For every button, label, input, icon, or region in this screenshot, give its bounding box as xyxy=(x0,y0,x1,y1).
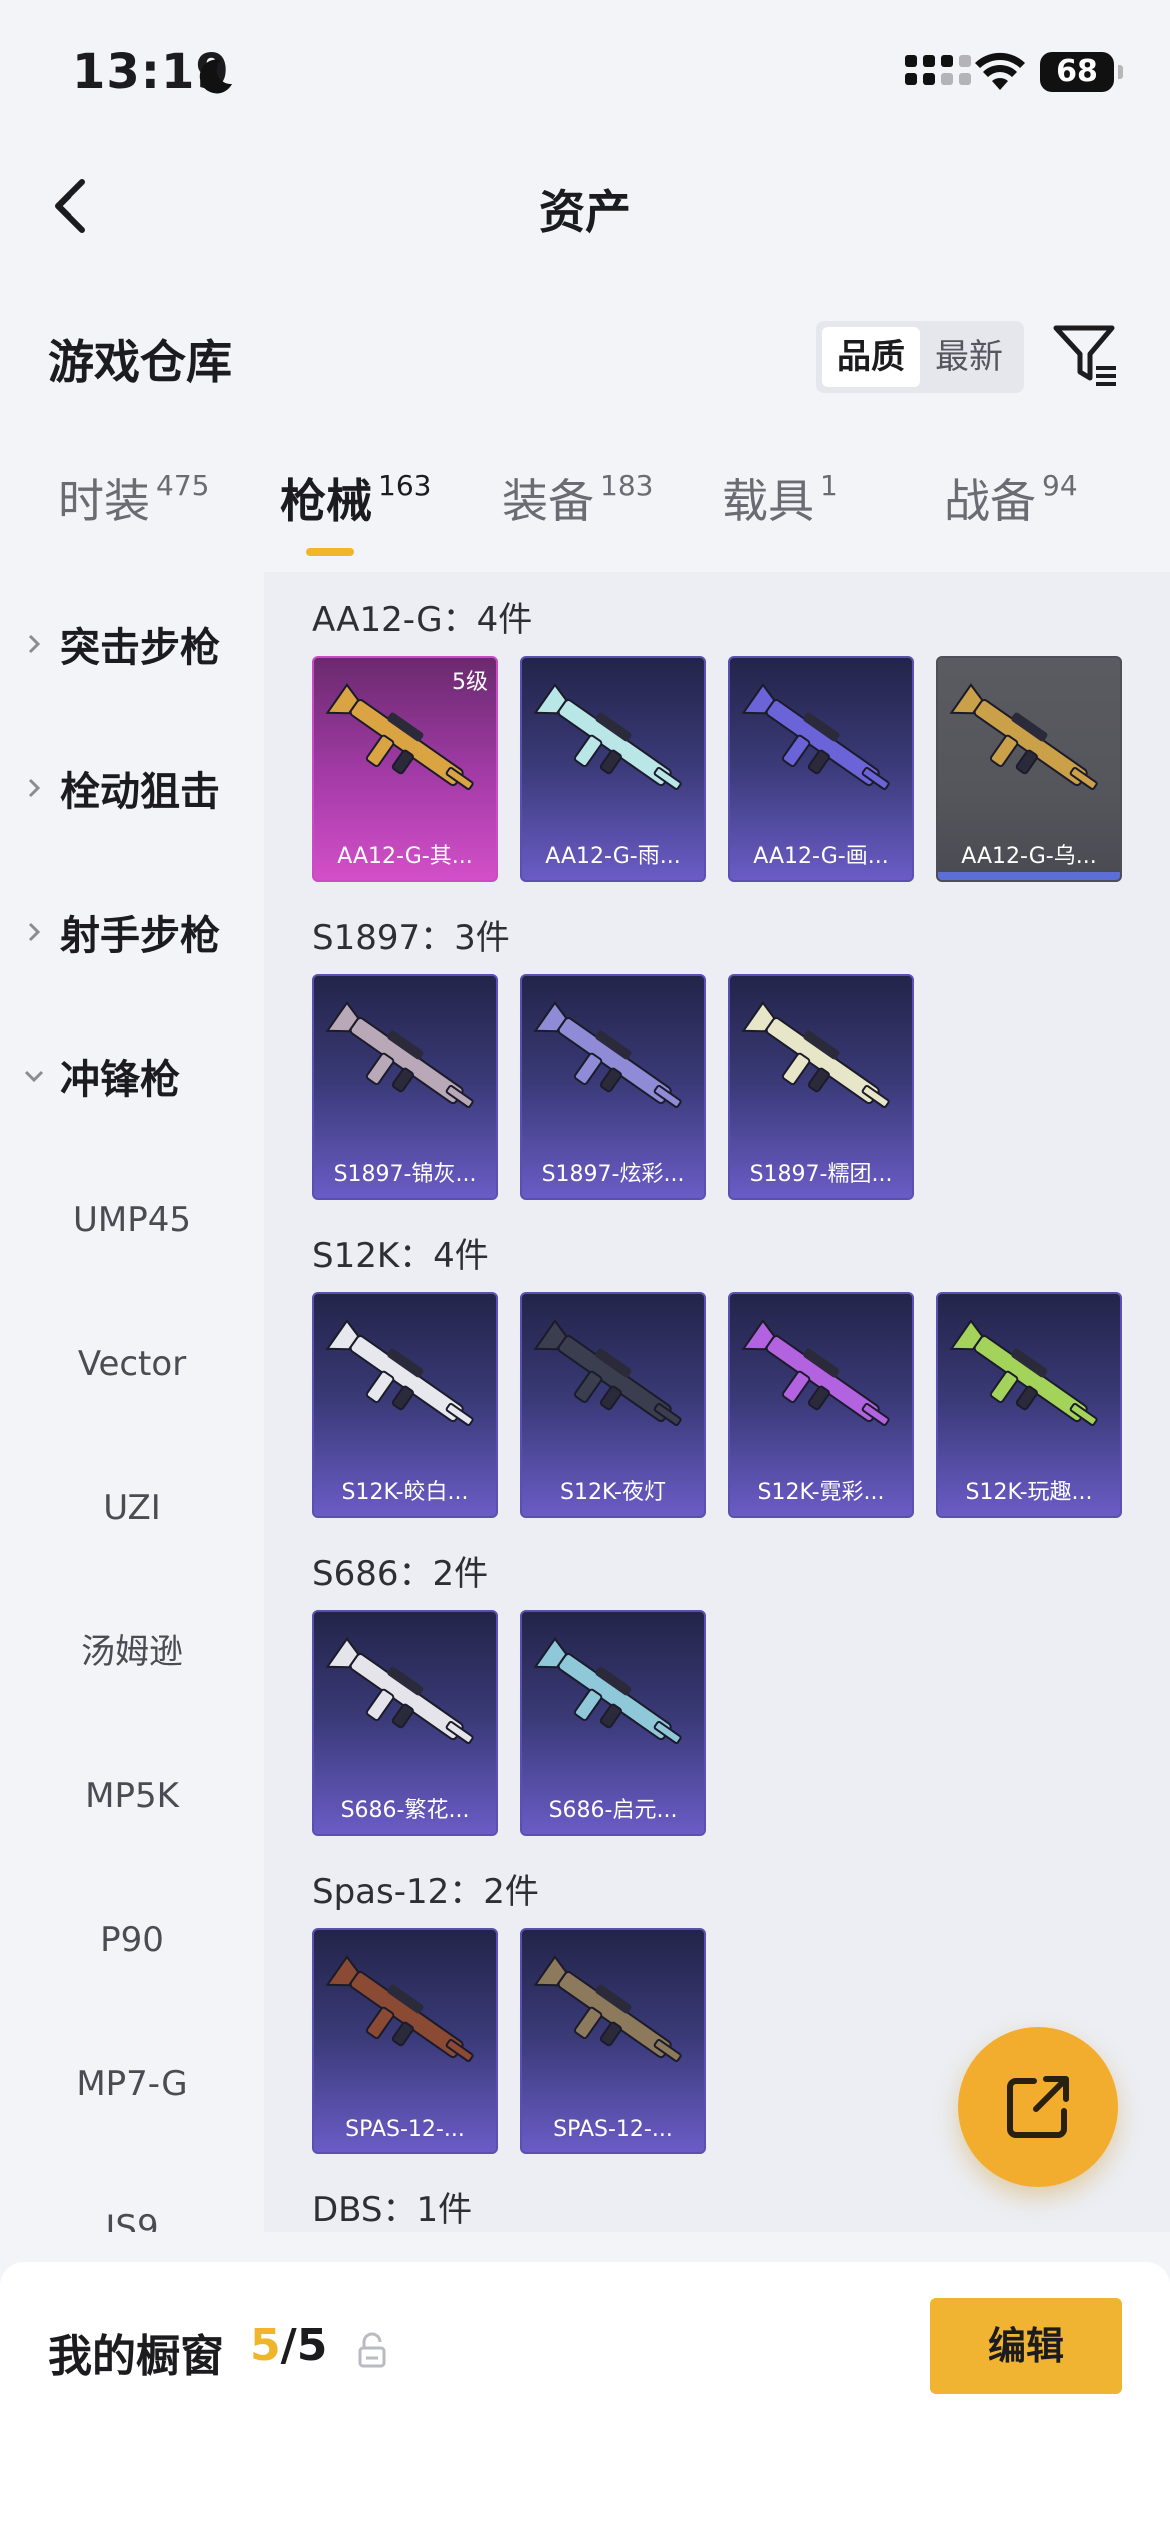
sidebar-item-assault-rifle[interactable]: 突击步枪 xyxy=(0,572,264,716)
weapon-group-title: AA12-G：4件 xyxy=(312,600,533,640)
active-tab-indicator xyxy=(306,548,354,556)
weapon-group-title: Spas-12：2件 xyxy=(312,1872,539,1912)
weapon-skin-card[interactable]: 5级 AA12-G-其... xyxy=(312,656,498,882)
showcase-label: 我的橱窗 xyxy=(48,2331,224,2382)
weapon-group-title: DBS：1件 xyxy=(312,2190,473,2230)
weapon-skin-card[interactable]: S12K-夜灯 xyxy=(520,1292,706,1518)
lock-icon xyxy=(358,2332,386,2368)
weapon-skin-card[interactable]: S686-繁花... xyxy=(312,1610,498,1836)
weapon-skin-card[interactable]: SPAS-12-... xyxy=(520,1928,706,2154)
category-tabs: 时装 475 枪械 163 装备 183 载具 1 战备 94 xyxy=(0,465,1170,565)
weapon-skin-card[interactable]: S1897-锦灰... xyxy=(312,974,498,1200)
weapon-icon xyxy=(325,1637,474,1744)
weapon-icon xyxy=(741,1319,890,1426)
sidebar-item-marksman-rifle[interactable]: 射手步枪 xyxy=(0,860,264,1004)
weapon-icon xyxy=(325,1955,474,2062)
weapon-category-sidebar: 突击步枪 栓动狙击 射手步枪 冲锋枪 UMP45 Vector UZI 汤姆逊 … xyxy=(0,572,264,2232)
warehouse-title: 游戏仓库 xyxy=(48,335,232,389)
status-bar: 13:19 68 xyxy=(0,0,1170,150)
weapon-group-title: S1897：3件 xyxy=(312,918,510,958)
showcase-count: 5/5 xyxy=(250,2320,328,2371)
sidebar-item-smg[interactable]: 冲锋枪 xyxy=(0,1004,264,1148)
weapon-skin-name: S1897-炫彩... xyxy=(541,1162,685,1187)
weapon-skin-name: AA12-G-画... xyxy=(753,844,889,869)
weapon-group-title: S686：2件 xyxy=(312,1554,489,1594)
weapon-icon xyxy=(533,683,682,790)
weapon-icon xyxy=(533,1319,682,1426)
weapon-skin-card[interactable]: AA12-G-雨... xyxy=(520,656,706,882)
weapon-group-title: S12K：4件 xyxy=(312,1236,489,1276)
weapon-skin-name: S1897-锦灰... xyxy=(333,1162,477,1187)
weapon-skin-name: AA12-G-乌... xyxy=(961,844,1097,869)
tab-battle-gear[interactable]: 战备 94 xyxy=(944,465,1078,531)
weapon-skin-card[interactable]: S686-启元... xyxy=(520,1610,706,1836)
weapon-grid-panel[interactable]: AA12-G：4件 5级 AA12-G-其... AA12-G-雨... AA12-G-… xyxy=(264,572,1170,2232)
sidebar-sub-item[interactable]: UMP45 xyxy=(0,1148,264,1292)
sidebar-sub-item[interactable]: JS9 xyxy=(0,2156,264,2232)
wifi-icon xyxy=(975,52,1025,90)
chevron-right-icon xyxy=(28,922,41,942)
battery-indicator: 68 xyxy=(1040,52,1123,92)
sort-toggle: 品质 最新 xyxy=(816,321,1024,393)
weapon-skin-name: S12K-夜灯 xyxy=(559,1480,666,1505)
tab-equipment[interactable]: 装备 183 xyxy=(502,465,653,531)
sidebar-sub-item[interactable]: Vector xyxy=(0,1292,264,1436)
weapon-skin-name: S1897-糯团... xyxy=(749,1162,893,1187)
sidebar-item-bolt-sniper[interactable]: 栓动狙击 xyxy=(0,716,264,860)
weapon-skin-card[interactable]: S12K-霓彩... xyxy=(728,1292,914,1518)
chevron-right-icon xyxy=(28,778,41,798)
weapon-skin-name: S12K-霓彩... xyxy=(757,1480,885,1505)
weapon-skin-name: S12K-皎白... xyxy=(341,1480,469,1505)
weapon-icon xyxy=(949,1319,1098,1426)
filter-icon[interactable] xyxy=(1052,322,1120,388)
weapon-icon xyxy=(533,1001,682,1108)
moon-icon xyxy=(199,59,232,94)
weapon-skin-name: SPAS-12-... xyxy=(345,2117,465,2142)
page-title: 资产 xyxy=(539,185,631,239)
weapon-icon xyxy=(325,1001,474,1108)
chevron-down-icon xyxy=(24,1070,44,1083)
weapon-skin-card[interactable]: S12K-皎白... xyxy=(312,1292,498,1518)
weapon-skin-name: S12K-玩趣... xyxy=(965,1480,1093,1505)
edit-showcase-button[interactable]: 编辑 xyxy=(930,2298,1122,2394)
tab-firearms[interactable]: 枪械 163 xyxy=(280,465,431,531)
weapon-skin-card[interactable]: S12K-玩趣... xyxy=(936,1292,1122,1518)
sort-latest-button[interactable]: 最新 xyxy=(920,327,1018,387)
weapon-icon xyxy=(533,1637,682,1744)
weapon-icon xyxy=(741,1001,890,1108)
tab-fashion[interactable]: 时装 475 xyxy=(58,465,209,531)
sort-quality-button[interactable]: 品质 xyxy=(822,327,920,387)
weapon-skin-name: S686-启元... xyxy=(548,1798,678,1823)
share-icon xyxy=(1007,2076,1069,2138)
sidebar-sub-item[interactable]: MP5K xyxy=(0,1724,264,1868)
weapon-icon xyxy=(325,1319,474,1426)
weapon-icon xyxy=(949,683,1098,790)
weapon-skin-card[interactable]: S1897-炫彩... xyxy=(520,974,706,1200)
sidebar-sub-item[interactable]: UZI xyxy=(0,1436,264,1580)
level-badge: 5级 xyxy=(452,670,488,695)
weapon-skin-card[interactable]: AA12-G-乌... xyxy=(936,656,1122,882)
weapon-skin-card[interactable]: S1897-糯团... xyxy=(728,974,914,1200)
sidebar-sub-item[interactable]: MP7-G xyxy=(0,2012,264,2156)
weapon-skin-name: AA12-G-雨... xyxy=(545,844,681,869)
weapon-icon xyxy=(533,1955,682,2062)
showcase-bar: 我的橱窗 5/5 编辑 xyxy=(0,2262,1170,2532)
weapon-skin-card[interactable]: SPAS-12-... xyxy=(312,1928,498,2154)
weapon-skin-name: SPAS-12-... xyxy=(553,2117,673,2142)
share-button[interactable] xyxy=(958,2027,1118,2187)
sidebar-sub-item[interactable]: P90 xyxy=(0,1868,264,2012)
weapon-skin-card[interactable]: AA12-G-画... xyxy=(728,656,914,882)
chevron-right-icon xyxy=(28,634,41,654)
weapon-skin-name: S686-繁花... xyxy=(340,1798,470,1823)
weapon-icon xyxy=(741,683,890,790)
tab-vehicles[interactable]: 载具 1 xyxy=(722,465,838,531)
sidebar-sub-item[interactable]: 汤姆逊 xyxy=(0,1580,264,1724)
weapon-skin-name: AA12-G-其... xyxy=(337,844,473,869)
cellular-signal-icon xyxy=(905,55,971,85)
